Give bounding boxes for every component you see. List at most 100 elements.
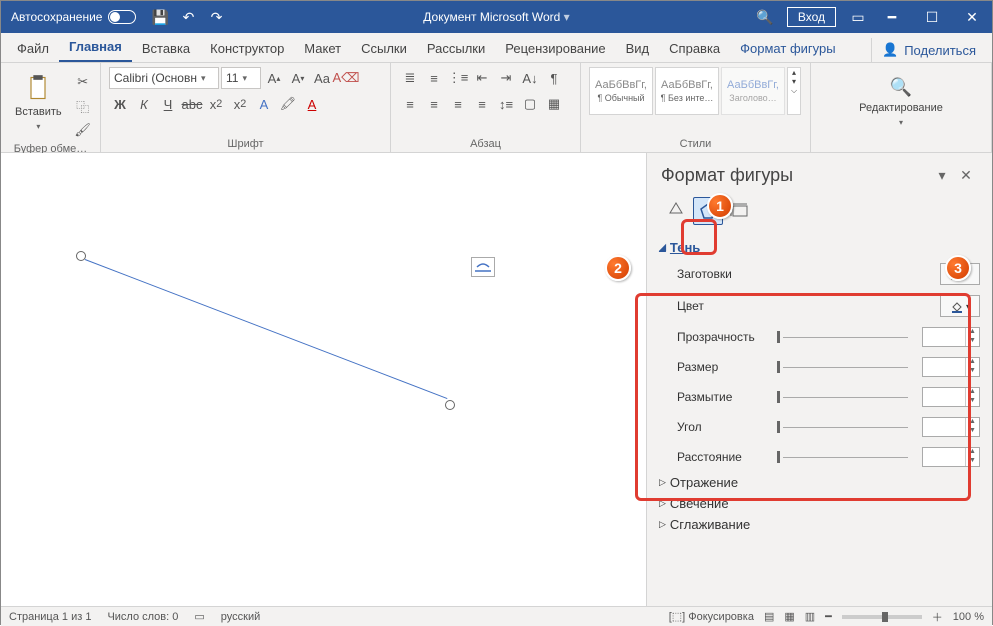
line-spacing-icon[interactable]: ↕≡ <box>495 93 517 115</box>
increase-font-icon[interactable]: A▴ <box>263 67 285 89</box>
tab-home[interactable]: Главная <box>59 33 132 62</box>
group-font: Calibri (Основн▾ 11▾ A▴ A▾ Aa A⌫ Ж К Ч a… <box>101 63 391 152</box>
borders-icon[interactable]: ▦ <box>543 93 565 115</box>
show-marks-icon[interactable]: ¶ <box>543 67 565 89</box>
section-shadow[interactable]: ◢ Тень <box>659 237 980 258</box>
group-editing: 🔍 Редактирование ▾ <box>811 63 992 152</box>
style-normal[interactable]: АаБбВвГг,¶ Обычный <box>589 67 653 115</box>
maximize-button[interactable]: ☐ <box>912 1 952 33</box>
status-proofing-icon[interactable]: ▭ <box>194 610 204 623</box>
style-nospace[interactable]: АаБбВвГг,¶ Без инте… <box>655 67 719 115</box>
status-language[interactable]: русский <box>221 611 260 623</box>
view-read-icon[interactable]: ▤ <box>764 610 774 623</box>
angle-input[interactable]: ▲▼ <box>922 417 980 437</box>
tab-file[interactable]: Файл <box>7 35 59 62</box>
view-web-icon[interactable]: ▥ <box>805 610 815 623</box>
italic-icon[interactable]: К <box>133 93 155 115</box>
tab-design[interactable]: Конструктор <box>200 35 294 62</box>
strike-icon[interactable]: abc <box>181 93 203 115</box>
undo-icon[interactable]: ↶ <box>174 1 202 33</box>
paste-button[interactable]: Вставить ▾ <box>9 67 68 137</box>
zoom-in-button[interactable]: ＋ <box>932 609 943 625</box>
indent-inc-icon[interactable]: ⇥ <box>495 67 517 89</box>
minimize-button[interactable]: ━ <box>872 1 912 33</box>
highlight-icon[interactable]: 🖍 <box>277 93 299 115</box>
color-dropdown[interactable]: ▾ <box>940 295 980 317</box>
font-size-combo[interactable]: 11▾ <box>221 67 261 89</box>
tab-mailings[interactable]: Рассылки <box>417 35 495 62</box>
subscript-icon[interactable]: x2 <box>205 93 227 115</box>
panel-options-icon[interactable]: ▾ <box>930 163 954 187</box>
align-center-icon[interactable]: ≡ <box>423 93 445 115</box>
text-effects-icon[interactable]: A <box>253 93 275 115</box>
multilevel-icon[interactable]: ⋮≡ <box>447 67 469 89</box>
tab-help[interactable]: Справка <box>659 35 730 62</box>
size-input[interactable]: ▲▼ <box>922 357 980 377</box>
status-words[interactable]: Число слов: 0 <box>107 611 178 623</box>
search-icon[interactable]: 🔍 <box>751 1 779 33</box>
format-painter-icon[interactable]: 🖌 <box>72 119 94 141</box>
save-icon[interactable]: 💾 <box>146 1 174 33</box>
tab-review[interactable]: Рецензирование <box>495 35 615 62</box>
angle-slider[interactable] <box>777 420 914 434</box>
justify-icon[interactable]: ≡ <box>471 93 493 115</box>
transparency-input[interactable]: ▲▼ <box>922 327 980 347</box>
close-button[interactable]: ✕ <box>952 1 992 33</box>
bold-icon[interactable]: Ж <box>109 93 131 115</box>
search-big-icon: 🔍 <box>890 77 912 98</box>
styles-more-button[interactable]: ▴▾⌵ <box>787 67 801 115</box>
transparency-slider[interactable] <box>777 330 914 344</box>
tab-format-shape[interactable]: Формат фигуры <box>730 35 845 62</box>
distance-slider[interactable] <box>777 450 914 464</box>
size-slider[interactable] <box>777 360 914 374</box>
decrease-font-icon[interactable]: A▾ <box>287 67 309 89</box>
align-right-icon[interactable]: ≡ <box>447 93 469 115</box>
tab-layout[interactable]: Макет <box>294 35 351 62</box>
editing-button[interactable]: 🔍 Редактирование ▾ <box>819 67 983 137</box>
numbering-icon[interactable]: ≡ <box>423 67 445 89</box>
clear-format-icon[interactable]: A⌫ <box>335 67 357 89</box>
sort-icon[interactable]: A↓ <box>519 67 541 89</box>
font-name-combo[interactable]: Calibri (Основн▾ <box>109 67 219 89</box>
section-reflection[interactable]: ▷Отражение <box>659 472 980 493</box>
style-heading1[interactable]: АаБбВвГг,Заголово… <box>721 67 785 115</box>
focus-mode-button[interactable]: [⬚] Фокусировка <box>669 610 754 623</box>
tab-references[interactable]: Ссылки <box>351 35 417 62</box>
layout-options-icon[interactable] <box>471 257 495 277</box>
tab-view[interactable]: Вид <box>616 35 660 62</box>
fill-line-tab-icon[interactable] <box>661 197 691 225</box>
underline-icon[interactable]: Ч <box>157 93 179 115</box>
superscript-icon[interactable]: x2 <box>229 93 251 115</box>
section-softedges[interactable]: ▷Сглаживание <box>659 514 980 535</box>
ribbon-display-icon[interactable]: ▭ <box>844 1 872 33</box>
callout-2: 2 <box>605 255 631 281</box>
zoom-level[interactable]: 100 % <box>953 611 984 623</box>
shading-icon[interactable]: ▢ <box>519 93 541 115</box>
view-print-icon[interactable]: ▦ <box>784 610 794 623</box>
distance-input[interactable]: ▲▼ <box>922 447 980 467</box>
font-color-icon[interactable]: A <box>301 93 323 115</box>
status-page[interactable]: Страница 1 из 1 <box>9 611 91 623</box>
blur-input[interactable]: ▲▼ <box>922 387 980 407</box>
chevron-down-icon: ◢ <box>659 242 666 253</box>
shape-handle-end[interactable] <box>445 400 455 410</box>
align-left-icon[interactable]: ≡ <box>399 93 421 115</box>
bullets-icon[interactable]: ≣ <box>399 67 421 89</box>
share-button[interactable]: 👤 Поделиться <box>871 38 986 62</box>
callout-3: 3 <box>945 255 971 281</box>
shape-line[interactable] <box>85 259 448 399</box>
zoom-slider[interactable] <box>842 615 922 619</box>
copy-icon[interactable]: ⿻ <box>72 95 94 117</box>
zoom-out-button[interactable]: ━ <box>825 610 832 623</box>
autosave-toggle[interactable] <box>108 10 136 24</box>
change-case-icon[interactable]: Aa <box>311 67 333 89</box>
blur-slider[interactable] <box>777 390 914 404</box>
panel-close-icon[interactable]: ✕ <box>954 163 978 187</box>
login-button[interactable]: Вход <box>787 7 836 27</box>
document-canvas[interactable] <box>1 153 647 606</box>
section-glow[interactable]: ▷Свечение <box>659 493 980 514</box>
redo-icon[interactable]: ↷ <box>202 1 230 33</box>
cut-icon[interactable]: ✂ <box>72 71 94 93</box>
tab-insert[interactable]: Вставка <box>132 35 200 62</box>
indent-dec-icon[interactable]: ⇤ <box>471 67 493 89</box>
